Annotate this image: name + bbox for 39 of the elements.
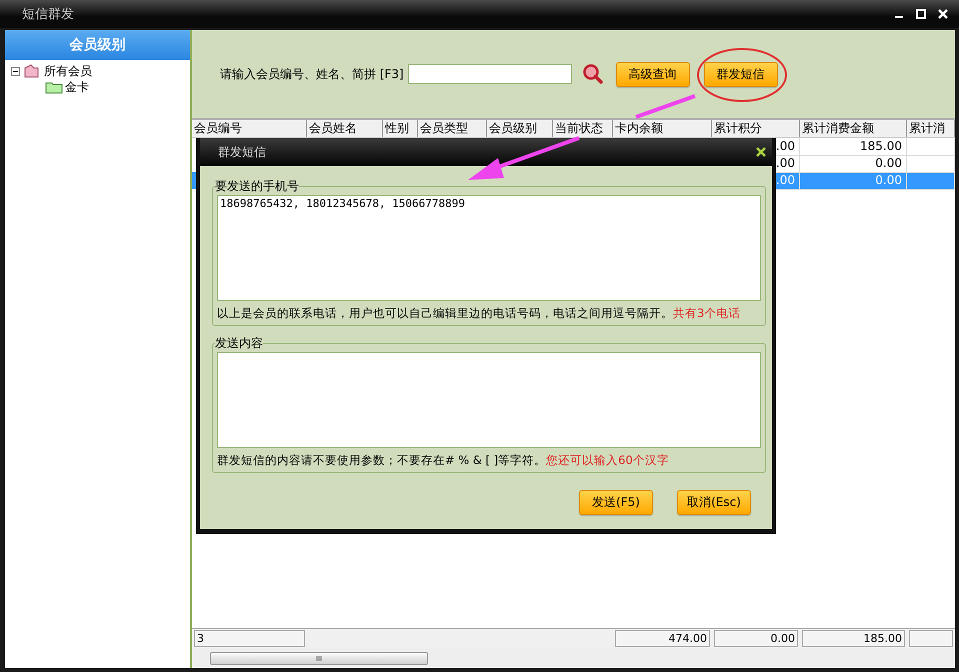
hint-text: 群发短信的内容请不要使用参数；不要存在# % & [ ]等字符。您还可以输入60个汉字 <box>217 453 670 468</box>
table-cell: 0.00 <box>800 172 907 190</box>
maximize-icon[interactable] <box>915 8 927 20</box>
hint-text: 以上是会员的联系电话，用户也可以自己编辑里边的电话号码，电话之间用逗号隔开。共有3个电话 <box>217 306 742 321</box>
toolbar-button[interactable]: 群发短信 <box>704 62 778 86</box>
folder-icon <box>45 80 63 94</box>
scrollbar-thumb[interactable] <box>210 652 428 664</box>
group-label: 要发送的手机号 <box>215 178 299 195</box>
close-icon[interactable] <box>756 147 766 157</box>
column-header[interactable]: 会员类型 <box>418 120 487 137</box>
column-header[interactable]: 性别 <box>383 120 418 137</box>
phone-numbers-field[interactable]: 18698765432, 18012345678, 15066778899 <box>217 195 761 301</box>
collapse-icon[interactable] <box>11 66 20 76</box>
search-icon[interactable] <box>582 63 604 85</box>
footer-cell: 0.00 <box>714 630 798 647</box>
table-cell: 185.00 <box>800 138 907 156</box>
message-field[interactable] <box>217 352 761 448</box>
footer-cell: 474.00 <box>615 630 710 647</box>
dialog-button[interactable]: 发送(F5) <box>579 490 653 515</box>
column-header[interactable]: 累计积分 <box>712 120 800 137</box>
tree-item[interactable]: 金卡 <box>65 78 89 96</box>
column-header[interactable]: 卡内余额 <box>613 120 712 137</box>
column-header[interactable]: 会员编号 <box>192 120 307 137</box>
window-title: 短信群发 <box>22 6 75 23</box>
sidebar-header: 会员级别 <box>5 30 190 60</box>
tree-item[interactable]: 所有会员 <box>44 62 92 80</box>
footer-cell: 185.00 <box>802 630 905 647</box>
footer-cell: 3 <box>194 630 305 647</box>
search-field[interactable] <box>408 64 572 84</box>
column-header[interactable]: 当前状态 <box>553 120 613 137</box>
dialog-button[interactable]: 取消(Esc) <box>677 490 751 515</box>
column-header[interactable]: 累计消费金额 <box>800 120 907 137</box>
column-header[interactable]: 会员姓名 <box>307 120 383 137</box>
column-header[interactable]: 累计消 <box>907 120 955 137</box>
column-header[interactable]: 会员级别 <box>487 120 553 137</box>
dialog-title: 群发短信 <box>218 144 266 160</box>
group-label: 发送内容 <box>215 335 263 352</box>
search-label: 请输入会员编号、姓名、简拼 [F3] <box>220 66 404 82</box>
toolbar-button[interactable]: 高级查询 <box>616 62 690 86</box>
